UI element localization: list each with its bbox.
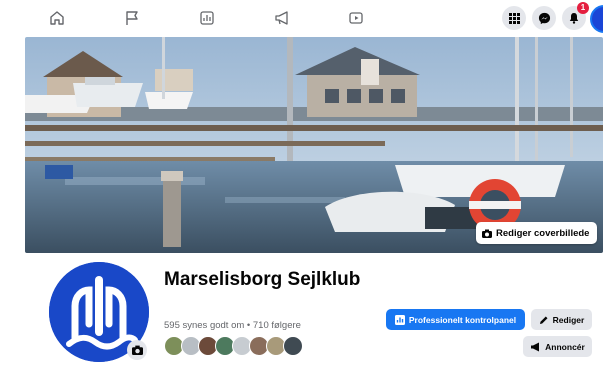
megaphone-icon[interactable] [270, 6, 294, 30]
change-profile-picture-button[interactable] [127, 340, 147, 360]
page-stats[interactable]: 595 synes godt om • 710 følgere [164, 320, 301, 331]
messenger-icon[interactable] [532, 6, 556, 30]
flag-icon[interactable] [120, 6, 144, 30]
follower-avatars[interactable] [164, 336, 324, 358]
follower-avatar[interactable] [283, 336, 303, 356]
cover-photo[interactable] [25, 37, 603, 253]
camera-icon [482, 229, 492, 238]
bell-icon [569, 13, 579, 24]
dashboard-icon [394, 314, 405, 325]
left-gutter [0, 36, 12, 365]
home-icon[interactable] [45, 6, 69, 30]
top-navigation: 1 [0, 0, 603, 36]
pencil-icon [539, 316, 548, 324]
edit-cover-label: Rediger coverbillede [496, 227, 590, 239]
megaphone-icon [531, 342, 540, 351]
notifications-button[interactable]: 1 [562, 2, 589, 30]
insights-icon[interactable] [195, 6, 219, 30]
advertise-button[interactable]: Annoncér [523, 336, 592, 357]
advertise-label: Annoncér [545, 341, 585, 352]
edit-cover-button[interactable]: Rediger coverbillede [476, 222, 598, 244]
notification-badge: 1 [577, 2, 589, 14]
menu-grid-icon[interactable] [502, 6, 526, 30]
camera-icon [131, 345, 143, 355]
professional-dashboard-button[interactable]: Professionelt kontrolpanel [386, 309, 525, 330]
page-title: Marselisborg Sejlklub [164, 269, 361, 290]
professional-dashboard-label: Professionelt kontrolpanel [408, 314, 517, 325]
edit-page-button[interactable]: Rediger [531, 309, 592, 330]
account-avatar[interactable] [590, 5, 603, 33]
video-icon[interactable] [344, 6, 368, 30]
edit-page-label: Rediger [552, 314, 585, 325]
harbor-cover-image [25, 37, 603, 253]
